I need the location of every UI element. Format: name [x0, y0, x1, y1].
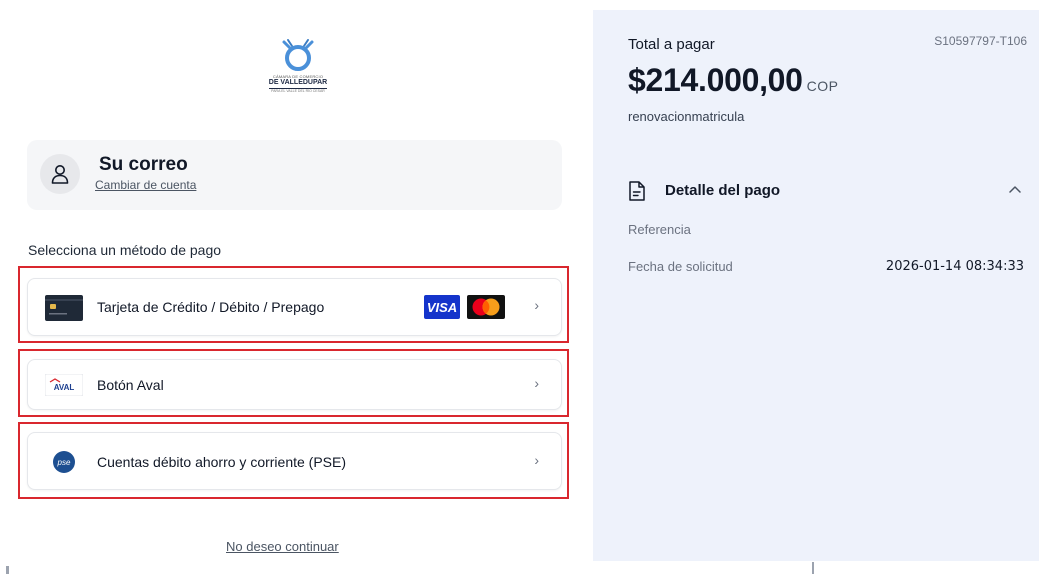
chamber-of-commerce-logo: CÁMARA DE COMERCIO DE VALLEDUPAR PARA EL… — [258, 38, 338, 102]
aval-logo-icon: AVAL — [45, 374, 83, 396]
logo-line-3: PARA EL VALLE DEL RÍO CESAR — [271, 88, 325, 93]
reference-code: S10597797-T106 — [934, 34, 1027, 48]
logo-line-2: DE VALLEDUPAR — [268, 79, 328, 86]
payment-methods-panel: CÁMARA DE COMERCIO DE VALLEDUPAR PARA EL… — [0, 0, 592, 574]
frame-corner-right — [812, 562, 814, 574]
account-card: Su correo Cambiar de cuenta — [27, 140, 562, 210]
payment-method-aval[interactable]: AVAL Botón Aval › — [27, 359, 562, 410]
currency-code: COP — [806, 78, 839, 94]
payment-method-pse[interactable]: pse Cuentas débito ahorro y corriente (P… — [27, 432, 562, 490]
valledupar-logo-icon — [282, 39, 314, 71]
chevron-right-icon: › — [534, 375, 539, 391]
payment-detail-toggle[interactable]: Detalle del pago — [628, 180, 1028, 204]
payment-method-heading: Selecciona un método de pago — [28, 242, 222, 258]
avatar — [40, 154, 80, 194]
detail-row-value-date: 2026-01-14 08:34:33 — [885, 259, 1024, 274]
chevron-right-icon: › — [534, 452, 539, 468]
payment-method-card[interactable]: Tarjeta de Crédito / Débito / Prepago VI… — [27, 278, 562, 336]
frame-corner-left — [6, 566, 9, 574]
no-continue-link[interactable]: No deseo continuar — [226, 539, 339, 554]
change-account-link[interactable]: Cambiar de cuenta — [95, 178, 196, 192]
visa-text: VISA — [427, 300, 457, 315]
detail-row-label-date: Fecha de solicitud — [628, 259, 733, 274]
payment-summary-panel: Total a pagar S10597797-T106 $214.000,00… — [593, 10, 1039, 561]
amount-value: $214.000,00 — [628, 62, 803, 98]
mastercard-logo-icon — [467, 295, 505, 319]
document-icon — [629, 181, 645, 201]
payment-method-label: Botón Aval — [97, 377, 164, 393]
payment-method-label: Cuentas débito ahorro y corriente (PSE) — [97, 454, 347, 470]
detail-row-label-reference: Referencia — [628, 222, 691, 237]
aval-text: AVAL — [54, 383, 75, 392]
payment-method-label: Tarjeta de Crédito / Débito / Prepago — [97, 299, 325, 315]
pse-text: pse — [57, 458, 71, 467]
visa-logo-icon: VISA — [424, 295, 460, 319]
pse-logo-icon: pse — [53, 451, 75, 473]
detail-title: Detalle del pago — [665, 182, 781, 199]
total-label: Total a pagar — [628, 36, 715, 53]
chevron-up-icon — [1009, 186, 1021, 193]
account-name: Su correo — [99, 154, 188, 175]
credit-card-icon — [45, 295, 83, 321]
payment-concept: renovacionmatricula — [628, 109, 745, 124]
user-icon — [51, 165, 69, 184]
chevron-right-icon: › — [534, 297, 539, 313]
total-amount: $214.000,00 COP — [628, 62, 839, 99]
